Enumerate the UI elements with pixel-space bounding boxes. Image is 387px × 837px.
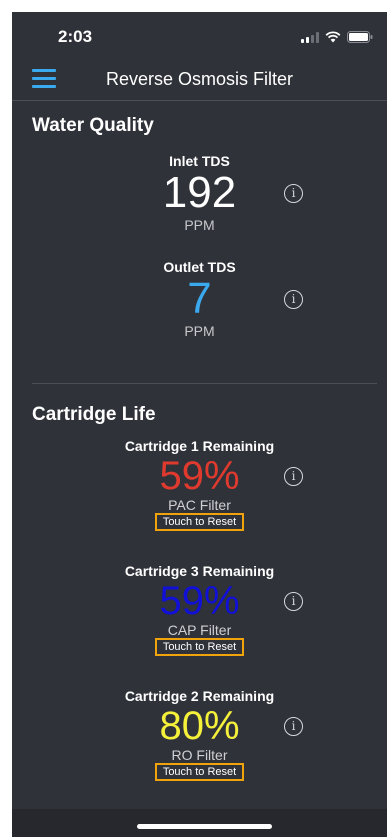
metric-unit: PPM — [184, 323, 215, 339]
info-icon[interactable]: i — [284, 184, 303, 203]
info-icon[interactable]: i — [284, 290, 303, 309]
cartridge-percent: 80% — [159, 704, 240, 748]
info-icon[interactable]: i — [284, 717, 303, 736]
cartridge-type: PAC Filter — [168, 497, 231, 513]
info-icon[interactable]: i — [284, 592, 303, 611]
cartridge-percent: 59% — [159, 454, 240, 498]
nav-bar: Reverse Osmosis Filter — [12, 62, 387, 101]
cartridge-3: Cartridge 3 Remaining 59% CAP Filter Tou… — [12, 551, 387, 676]
metric-outlet-tds: Outlet TDS 7 PPM i — [12, 257, 387, 375]
status-icons — [301, 31, 373, 43]
section-title-water-quality: Water Quality — [32, 115, 154, 136]
app-screen: 2:03 Reverse Osmosis Filter Water Qualit… — [12, 12, 387, 837]
reset-button[interactable]: Touch to Reset — [154, 513, 245, 531]
cartridge-type: CAP Filter — [167, 622, 232, 638]
bottom-bar — [12, 809, 387, 837]
metric-value: 7 — [187, 274, 212, 323]
metric-unit: PPM — [184, 217, 215, 233]
section-divider — [32, 383, 377, 384]
wifi-icon — [325, 31, 341, 43]
cartridge-label: Cartridge 2 Remaining — [124, 688, 275, 704]
metric-inlet-tds: Inlet TDS 192 PPM i — [12, 137, 387, 257]
metric-value: 192 — [162, 168, 237, 217]
cartridge-1: Cartridge 1 Remaining 59% PAC Filter Tou… — [12, 426, 387, 551]
status-time: 2:03 — [58, 27, 93, 46]
cartridge-2: Cartridge 2 Remaining 80% RO Filter Touc… — [12, 676, 387, 801]
cartridge-percent: 59% — [159, 579, 240, 623]
metric-label: Outlet TDS — [163, 259, 236, 275]
page-title: Reverse Osmosis Filter — [105, 69, 294, 89]
cartridge-type: RO Filter — [171, 747, 228, 763]
home-indicator[interactable] — [137, 824, 272, 829]
reset-button[interactable]: Touch to Reset — [154, 638, 245, 656]
cartridge-label: Cartridge 3 Remaining — [124, 563, 275, 579]
battery-icon — [347, 31, 373, 43]
reset-button[interactable]: Touch to Reset — [154, 763, 245, 781]
section-title-cartridge-life: Cartridge Life — [32, 404, 156, 425]
metric-label: Inlet TDS — [169, 153, 230, 169]
signal-icon — [301, 31, 319, 43]
info-icon[interactable]: i — [284, 467, 303, 486]
cartridge-label: Cartridge 1 Remaining — [124, 438, 275, 454]
status-bar: 2:03 — [12, 12, 387, 62]
